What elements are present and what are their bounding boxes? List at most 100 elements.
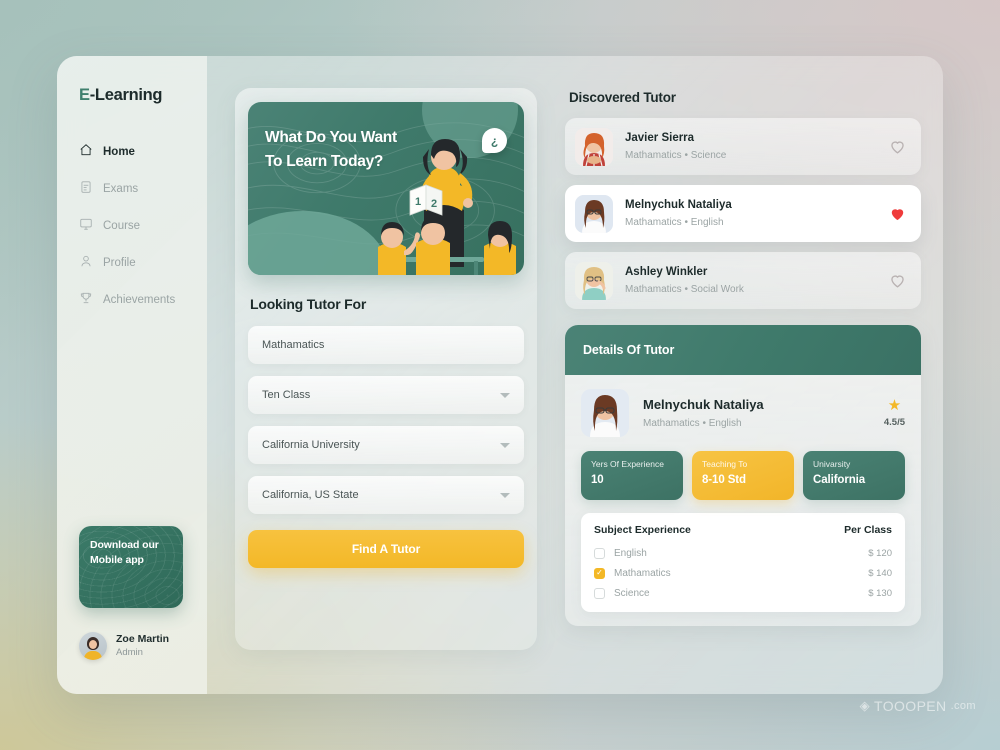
stat-value: 8-10 Std (702, 473, 746, 486)
sidebar-item-course[interactable]: Course (79, 207, 207, 244)
subject-name: English (614, 547, 647, 559)
app-window: E-Learning Home Exams Course Profile Ach… (57, 56, 943, 694)
class-select[interactable]: Ten Class (248, 376, 524, 414)
favorite-heart-icon-active[interactable] (888, 204, 907, 223)
stat-experience: Yers Of Experience 10 (581, 451, 683, 500)
sidebar-item-label: Profile (103, 256, 136, 269)
chevron-down-icon (500, 492, 510, 498)
svg-text:2: 2 (431, 198, 437, 210)
tutor-list-item[interactable]: Javier Sierra Mathamatics • Science (565, 118, 921, 175)
subject-experience-table: Subject Experience Per Class English $ 1… (581, 513, 905, 612)
table-row[interactable]: Mathamatics $ 140 (594, 563, 892, 583)
subject-price: $ 140 (868, 567, 892, 579)
field-value: California University (262, 439, 360, 451)
sidebar-item-label: Achievements (103, 293, 176, 306)
rating-block: ★ 4.5/5 (884, 398, 905, 428)
download-app-promo-card[interactable]: Download our Mobile app (79, 526, 183, 608)
tutor-list-item[interactable]: Ashley Winkler Mathamatics • Social Work (565, 252, 921, 309)
stat-label: Univarsity (813, 459, 851, 469)
help-bubble-icon[interactable]: ¿ (482, 128, 507, 153)
hero-banner: 1 2 What Do You Want To Learn Today? ¿ (248, 102, 524, 275)
form-title: Looking Tutor For (250, 296, 367, 312)
app-logo: E-Learning (57, 86, 207, 105)
tutor-panel: Discovered Tutor Javier Sierra Mathamati… (565, 88, 921, 694)
avatar (575, 261, 613, 300)
sidebar-user-profile[interactable]: Zoe Martin Admin (79, 632, 169, 660)
logo-accent-letter: E (79, 86, 90, 104)
discovered-tutor-heading: Discovered Tutor (569, 90, 676, 105)
subject-checkbox[interactable] (594, 547, 605, 559)
subject-price: $ 130 (868, 587, 892, 599)
sidebar-item-home[interactable]: Home (79, 133, 207, 170)
field-value: Mathamatics (262, 339, 325, 351)
avatar (575, 194, 613, 233)
favorite-heart-icon[interactable] (888, 137, 907, 156)
user-name: Zoe Martin (116, 632, 170, 645)
subject-name: Science (614, 587, 650, 599)
subject-checkbox[interactable] (594, 587, 605, 599)
stat-badges: Yers Of Experience 10 Teaching To 8-10 S… (581, 451, 905, 500)
find-a-tutor-button[interactable]: Find A Tutor (248, 530, 524, 568)
details-tutor-subjects: Mathamatics • English (643, 417, 742, 429)
stat-label: Yers Of Experience (591, 459, 664, 469)
main-content: 1 2 What Do You Want To Learn Today? ¿ L… (207, 56, 943, 694)
home-icon (79, 143, 93, 160)
sidebar: E-Learning Home Exams Course Profile Ach… (57, 56, 207, 694)
search-panel: 1 2 What Do You Want To Learn Today? ¿ L… (235, 88, 537, 650)
promo-text: Download our Mobile app (90, 539, 159, 567)
subject-checkbox-checked[interactable] (594, 567, 605, 579)
sidebar-item-exams[interactable]: Exams (79, 170, 207, 207)
table-row[interactable]: English $ 120 (594, 543, 892, 563)
avatar (581, 389, 629, 437)
avatar (79, 632, 107, 660)
watermark-text: TOOOPEN (874, 698, 947, 714)
tutor-name: Melnychuk Nataliya (625, 199, 732, 212)
table-row[interactable]: Science $ 130 (594, 583, 892, 603)
tutor-list-item[interactable]: Melnychuk Nataliya Mathamatics • English (565, 185, 921, 242)
column-header-subject: Subject Experience (594, 524, 691, 536)
watermark: ◈ TOOOPEN .com (860, 698, 976, 714)
clipboard-icon (79, 180, 93, 197)
subject-price: $ 120 (868, 547, 892, 559)
monitor-icon (79, 217, 93, 234)
chevron-down-icon (500, 442, 510, 448)
trophy-icon (79, 291, 93, 308)
stat-university: Univarsity California (803, 451, 905, 500)
stat-value: 10 (591, 473, 604, 486)
stat-value: California (813, 473, 866, 486)
tutor-details-card: Details Of Tutor Melnychuk Nataliya Math… (565, 325, 921, 626)
user-icon (79, 254, 93, 271)
sidebar-item-label: Course (103, 219, 141, 232)
table-header: Subject Experience Per Class (594, 524, 892, 536)
sidebar-item-achievements[interactable]: Achievements (79, 281, 207, 318)
tutor-name: Ashley Winkler (625, 266, 708, 279)
sidebar-item-profile[interactable]: Profile (79, 244, 207, 281)
tutor-name: Javier Sierra (625, 132, 695, 145)
watermark-icon: ◈ (859, 698, 870, 713)
user-role: Admin (116, 647, 143, 659)
chevron-down-icon (500, 392, 510, 398)
logo-rest: -Learning (89, 86, 163, 104)
tutor-subjects: Mathamatics • Science (625, 149, 727, 161)
sidebar-nav: Home Exams Course Profile Achievements (57, 133, 207, 318)
stat-teaching-to: Teaching To 8-10 Std (692, 451, 794, 500)
favorite-heart-icon[interactable] (888, 271, 907, 290)
sidebar-item-label: Exams (103, 182, 139, 195)
star-icon: ★ (887, 397, 902, 414)
university-select[interactable]: California University (248, 426, 524, 464)
hero-title-line2: To Learn Today? (265, 153, 384, 171)
svg-text:1: 1 (415, 196, 421, 208)
rating-value: 4.5/5 (883, 417, 905, 428)
details-header: Details Of Tutor (565, 325, 921, 375)
field-value: Ten Class (262, 389, 311, 401)
watermark-suffix: .com (950, 700, 976, 712)
stat-label: Teaching To (702, 459, 748, 469)
tutor-subjects: Mathamatics • Social Work (625, 283, 744, 295)
tutor-subjects: Mathamatics • English (625, 216, 724, 228)
column-header-price: Per Class (844, 524, 892, 536)
state-select[interactable]: California, US State (248, 476, 524, 514)
subject-name: Mathamatics (614, 567, 671, 579)
field-value: California, US State (262, 489, 359, 501)
details-tutor-name: Melnychuk Nataliya (643, 397, 764, 413)
subject-input[interactable]: Mathamatics (248, 326, 524, 364)
